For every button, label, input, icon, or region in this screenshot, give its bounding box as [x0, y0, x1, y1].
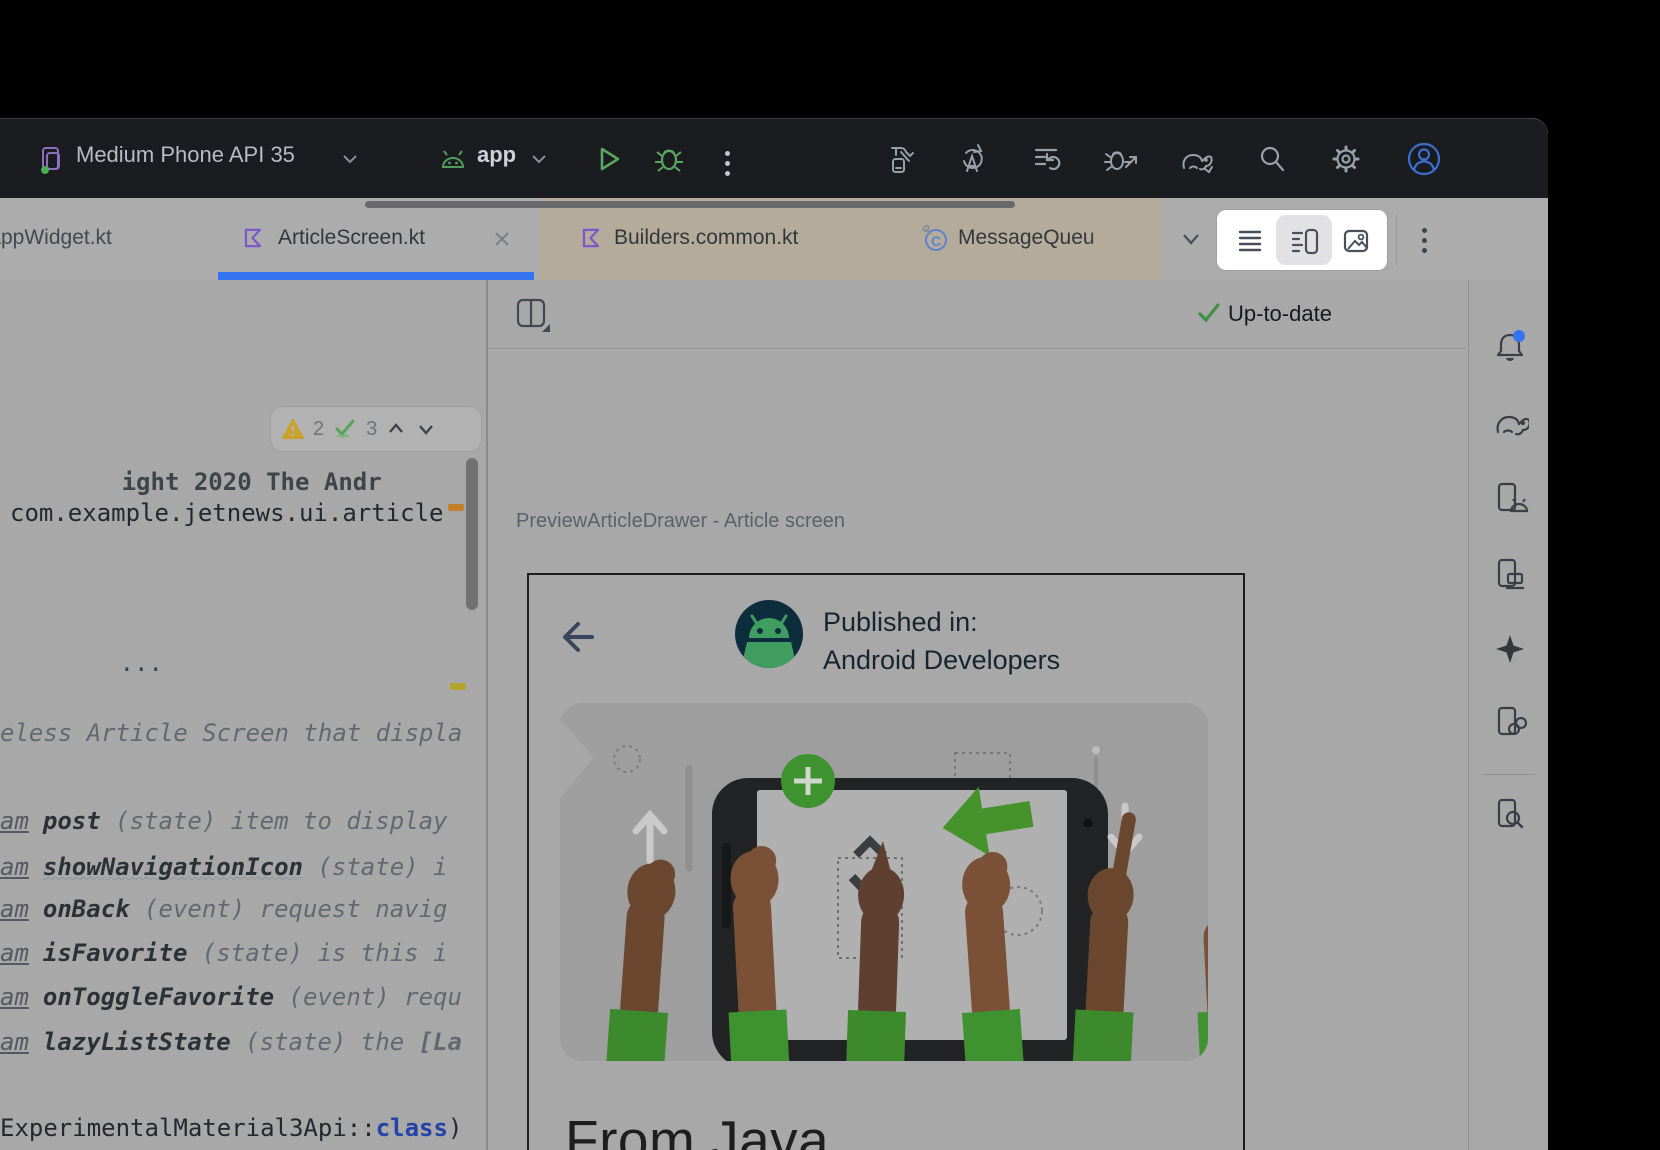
code-editor[interactable]: ight 2020 The Andr 2 3 [0, 280, 486, 1150]
ide-content: ight 2020 The Andr 2 3 [0, 280, 1548, 1150]
publisher-name: Android Developers [823, 641, 1060, 679]
java-class-icon: C [920, 223, 950, 253]
run-configuration-selector[interactable]: app [477, 142, 516, 168]
warning-icon [281, 418, 305, 440]
prev-issue-icon[interactable] [385, 420, 407, 438]
right-tool-stripe [1468, 280, 1548, 1150]
view-code-icon[interactable] [1235, 226, 1265, 256]
scrollbar-weak-warning-mark [450, 683, 466, 690]
run-button[interactable] [591, 142, 625, 176]
device-mirroring-tool-icon[interactable] [1491, 704, 1529, 742]
tab-appwidget[interactable]: AppWidget.kt [0, 226, 112, 250]
code-line-package: com.example.jetnews.ui.article [10, 499, 443, 527]
app-inspection-tool-icon[interactable] [1491, 796, 1529, 834]
compose-preview-pane: Up-to-date PreviewArticleDrawer - Articl… [488, 280, 1466, 1150]
device-manager-icon[interactable] [36, 145, 66, 175]
folded-block [4, 585, 50, 631]
build-hammer-icon[interactable] [882, 141, 918, 177]
tab-fade [1085, 208, 1162, 270]
preview-render-frame[interactable]: Published in: Android Developers [527, 573, 1245, 1150]
code-line-param-lazyliststate: amlazyListState (state) the [La [0, 1028, 462, 1056]
apply-code-changes-icon[interactable] [1028, 141, 1064, 177]
chevron-down-icon[interactable] [527, 147, 551, 171]
warning-count: 2 [313, 418, 324, 441]
android-studio-window: Medium Phone API 35 app [0, 118, 1548, 1150]
kotlin-file-icon [240, 225, 266, 251]
show-hidden-tabs-icon[interactable] [1176, 217, 1206, 261]
settings-gear-icon[interactable] [1328, 141, 1364, 177]
active-tab-indicator [218, 272, 534, 280]
kotlin-file-icon [578, 225, 604, 251]
gradle-tool-icon[interactable] [1491, 404, 1529, 442]
debug-button[interactable] [652, 141, 686, 175]
comment-highlight [6, 406, 268, 450]
editor-options-icon[interactable] [1422, 228, 1427, 253]
editor-view-mode-spotlight [1217, 210, 1387, 270]
device-manager-tool-icon[interactable] [1491, 480, 1529, 518]
code-line-optin: ExperimentalMaterial3Api::class) [0, 1114, 462, 1142]
preview-caption[interactable]: PreviewArticleDrawer - Article screen [516, 510, 845, 533]
up-to-date-check-icon [1196, 300, 1222, 326]
apply-changes-icon[interactable] [954, 141, 990, 177]
notifications-bell-icon[interactable] [1491, 328, 1529, 366]
tab-messagequeue[interactable]: MessageQueu [958, 226, 1095, 250]
desktop: Medium Phone API 35 app [0, 0, 1660, 1150]
code-folded-region[interactable]: ... [4, 593, 163, 705]
editor-tab-bar: AppWidget.kt ArticleScreen.kt Builders.c… [0, 198, 1548, 281]
ok-check-icon [332, 416, 358, 442]
chevron-down-icon[interactable] [338, 147, 362, 171]
code-line-param-isfavorite: amisFavorite (state) is this i [0, 939, 448, 967]
search-icon[interactable] [1254, 141, 1290, 177]
editor-scrollbar-thumb[interactable] [466, 458, 478, 610]
view-split-icon[interactable] [1289, 226, 1321, 256]
device-selector[interactable]: Medium Phone API 35 [76, 142, 295, 168]
stripe-divider [1483, 774, 1535, 775]
tab-articlescreen[interactable]: ArticleScreen.kt [278, 226, 425, 250]
ok-count: 3 [366, 418, 377, 441]
svg-text:C: C [931, 233, 941, 249]
more-actions-icon[interactable] [725, 151, 730, 176]
toolbar-divider [1396, 214, 1397, 266]
main-toolbar: Medium Phone API 35 app [0, 118, 1548, 199]
code-line-param-shownavigationicon: amshowNavigationIcon (state) i [0, 853, 448, 881]
scrollbar-warning-mark [448, 504, 464, 511]
code-line-param-post: ampost (state) item to display [0, 807, 447, 835]
preview-toolbar-border [488, 348, 1466, 349]
tab-builders-common[interactable]: Builders.common.kt [614, 226, 798, 250]
running-devices-tool-icon[interactable] [1491, 556, 1529, 594]
back-arrow-icon[interactable] [556, 615, 600, 659]
article-title-line1: From Java [565, 1108, 829, 1150]
tab-scrollbar[interactable] [365, 201, 1015, 208]
code-line-param-ontogglefavorite: amonToggleFavorite (event) requ [0, 983, 462, 1011]
code-line-param-onback: amonBack (event) request navig [0, 895, 448, 923]
code-line-comment: eless Article Screen that displa [0, 719, 462, 747]
article-hero-image [560, 703, 1208, 1061]
profile-avatar-icon[interactable] [1404, 139, 1444, 179]
attach-debugger-icon[interactable] [1102, 141, 1142, 177]
next-issue-icon[interactable] [415, 420, 437, 438]
preview-status: Up-to-date [1228, 301, 1332, 327]
close-tab-icon[interactable] [492, 229, 512, 249]
android-icon [438, 147, 468, 173]
inspections-widget[interactable]: 2 3 [270, 406, 482, 452]
gradle-sync-icon[interactable] [1176, 141, 1218, 177]
gemini-spark-icon[interactable] [1493, 632, 1527, 666]
android-developers-avatar [735, 600, 803, 668]
view-design-icon[interactable] [1341, 226, 1371, 256]
published-in-label: Published in: [823, 603, 978, 641]
preview-layout-mode-icon[interactable] [512, 294, 552, 336]
